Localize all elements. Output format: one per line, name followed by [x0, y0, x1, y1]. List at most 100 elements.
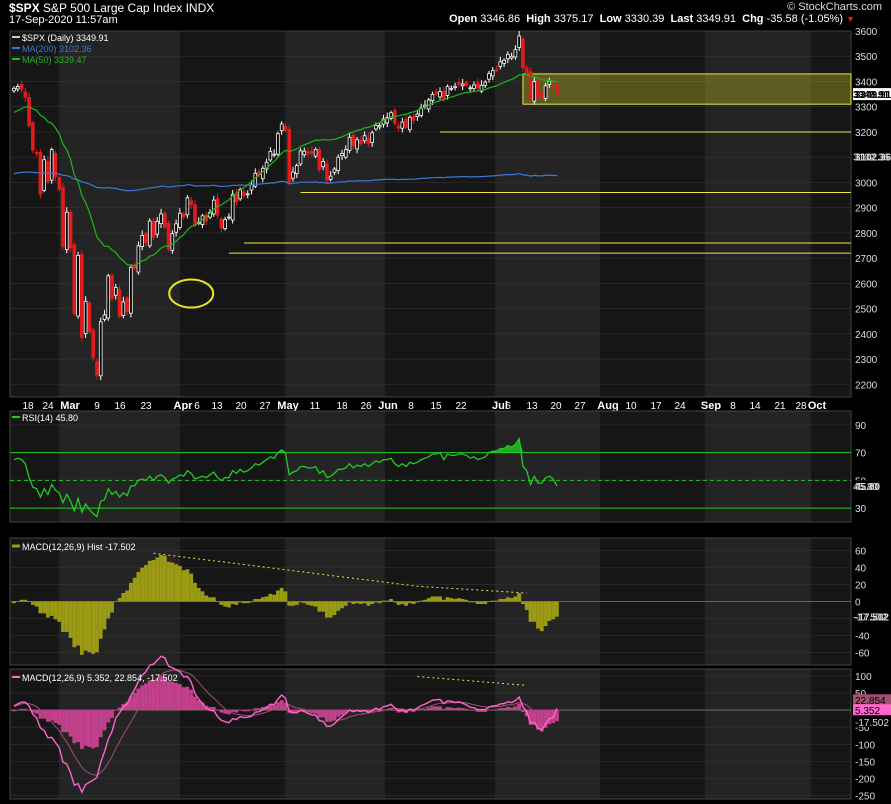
macd-hist-bar	[140, 685, 145, 711]
x-axis-label: Mar	[60, 400, 80, 412]
candle-body	[336, 156, 341, 171]
hist-bar	[276, 590, 280, 602]
price-tick-label: 2200	[855, 380, 878, 391]
candle-body	[362, 135, 367, 142]
candle-body	[27, 96, 31, 127]
hist-bar	[242, 601, 246, 604]
candle-body	[555, 85, 559, 95]
candle-body	[102, 314, 107, 320]
hist-bar	[159, 554, 163, 602]
hist-bar	[430, 596, 435, 602]
hist-bar	[536, 601, 540, 629]
candle-body	[449, 87, 454, 90]
hist-bar	[249, 601, 254, 603]
candle-body	[140, 235, 144, 247]
hist-bar	[543, 601, 548, 627]
macd-hist-bar	[95, 710, 99, 747]
hist-bar	[453, 598, 457, 602]
hist-bar	[144, 565, 148, 602]
candle-body	[502, 59, 506, 64]
x-axis-label: 18	[336, 401, 348, 412]
x-axis-label: 21	[774, 401, 786, 412]
hist-bar	[490, 600, 495, 602]
candle-body	[234, 193, 239, 203]
x-axis-label: 24	[42, 401, 54, 412]
macd-hist-bar	[456, 707, 461, 711]
hist-bar	[260, 597, 265, 602]
candle-body	[415, 113, 420, 117]
hist-bar	[166, 561, 171, 602]
hist-bar	[140, 567, 145, 602]
candle-body	[136, 245, 141, 273]
candle-body	[445, 86, 450, 96]
hist-bar	[423, 599, 427, 602]
candle-body	[72, 244, 77, 315]
hist-bar	[321, 601, 326, 612]
x-axis-label: 11	[310, 401, 321, 412]
candle-body	[272, 153, 276, 156]
hist-bar	[238, 601, 243, 603]
candle-body	[464, 82, 469, 86]
candle-body	[434, 91, 439, 95]
macd-hist-bar	[502, 708, 506, 711]
hist-bar	[27, 601, 31, 602]
candle-body	[64, 211, 69, 250]
candle-body	[42, 159, 46, 191]
macd-hist-bar	[392, 710, 397, 711]
x-axis-label: 8	[730, 401, 736, 412]
hist-bar	[358, 601, 363, 605]
macd-hist-bar	[494, 709, 499, 711]
macd-hist-bar	[336, 710, 341, 717]
macd-hist-bar	[479, 710, 484, 712]
price-panel: 2200230024002500260027002800290030003100…	[9, 27, 891, 412]
candle-body	[441, 91, 446, 99]
hist-bar	[313, 601, 318, 607]
macd-hist-bar	[234, 710, 239, 713]
macd-hist-panel: -60-40-200204060MACD(12,26,9) Hist -17.5…	[9, 537, 891, 666]
candle-body	[23, 91, 28, 98]
candle-body	[95, 361, 99, 376]
macd-hist-bar	[64, 710, 69, 733]
price-tick-label: 3600	[855, 27, 878, 38]
macd-hist-bar	[430, 706, 435, 711]
hist-bar	[328, 601, 333, 618]
candle-body	[223, 219, 227, 230]
candle-body	[279, 123, 284, 132]
candle-body	[547, 80, 552, 85]
price-tick-label: 2700	[855, 254, 878, 265]
candle-body	[400, 121, 405, 129]
candle-body	[347, 136, 352, 151]
hist-bar	[445, 597, 450, 602]
macd-hist-bar	[170, 681, 175, 711]
hist-tick-label: 40	[855, 564, 867, 575]
hist-bar	[72, 601, 77, 648]
x-axis-label: Aug	[597, 400, 618, 412]
hist-bar	[30, 601, 35, 605]
hist-bar	[19, 599, 24, 602]
candle-body	[551, 84, 555, 87]
candle-body	[193, 204, 197, 226]
hist-bar	[174, 564, 179, 602]
price-tick-label: 2300	[855, 355, 878, 366]
hist-bar	[494, 600, 499, 602]
candle-body	[408, 116, 412, 131]
x-axis-label: 22	[455, 401, 467, 412]
hist-bar	[554, 601, 559, 617]
candle-body	[249, 184, 254, 191]
candle-body	[57, 176, 62, 190]
hist-bar	[230, 601, 235, 605]
candle-body	[174, 223, 178, 233]
hist-bar	[219, 601, 224, 605]
candle-body	[377, 125, 382, 128]
macd-hist-bar	[449, 707, 454, 711]
macd-hist-bar	[15, 710, 20, 711]
macd-hist-bar	[490, 709, 495, 711]
x-axis-label: 6	[505, 401, 511, 412]
x-axis-label: 28	[795, 401, 807, 412]
macd-hist-bar	[238, 710, 243, 711]
candle-body	[121, 301, 126, 316]
macd-hist-bar	[61, 710, 65, 733]
hist-bar	[551, 601, 556, 620]
macd-hist-bar	[487, 710, 491, 711]
candle-body	[475, 82, 480, 89]
